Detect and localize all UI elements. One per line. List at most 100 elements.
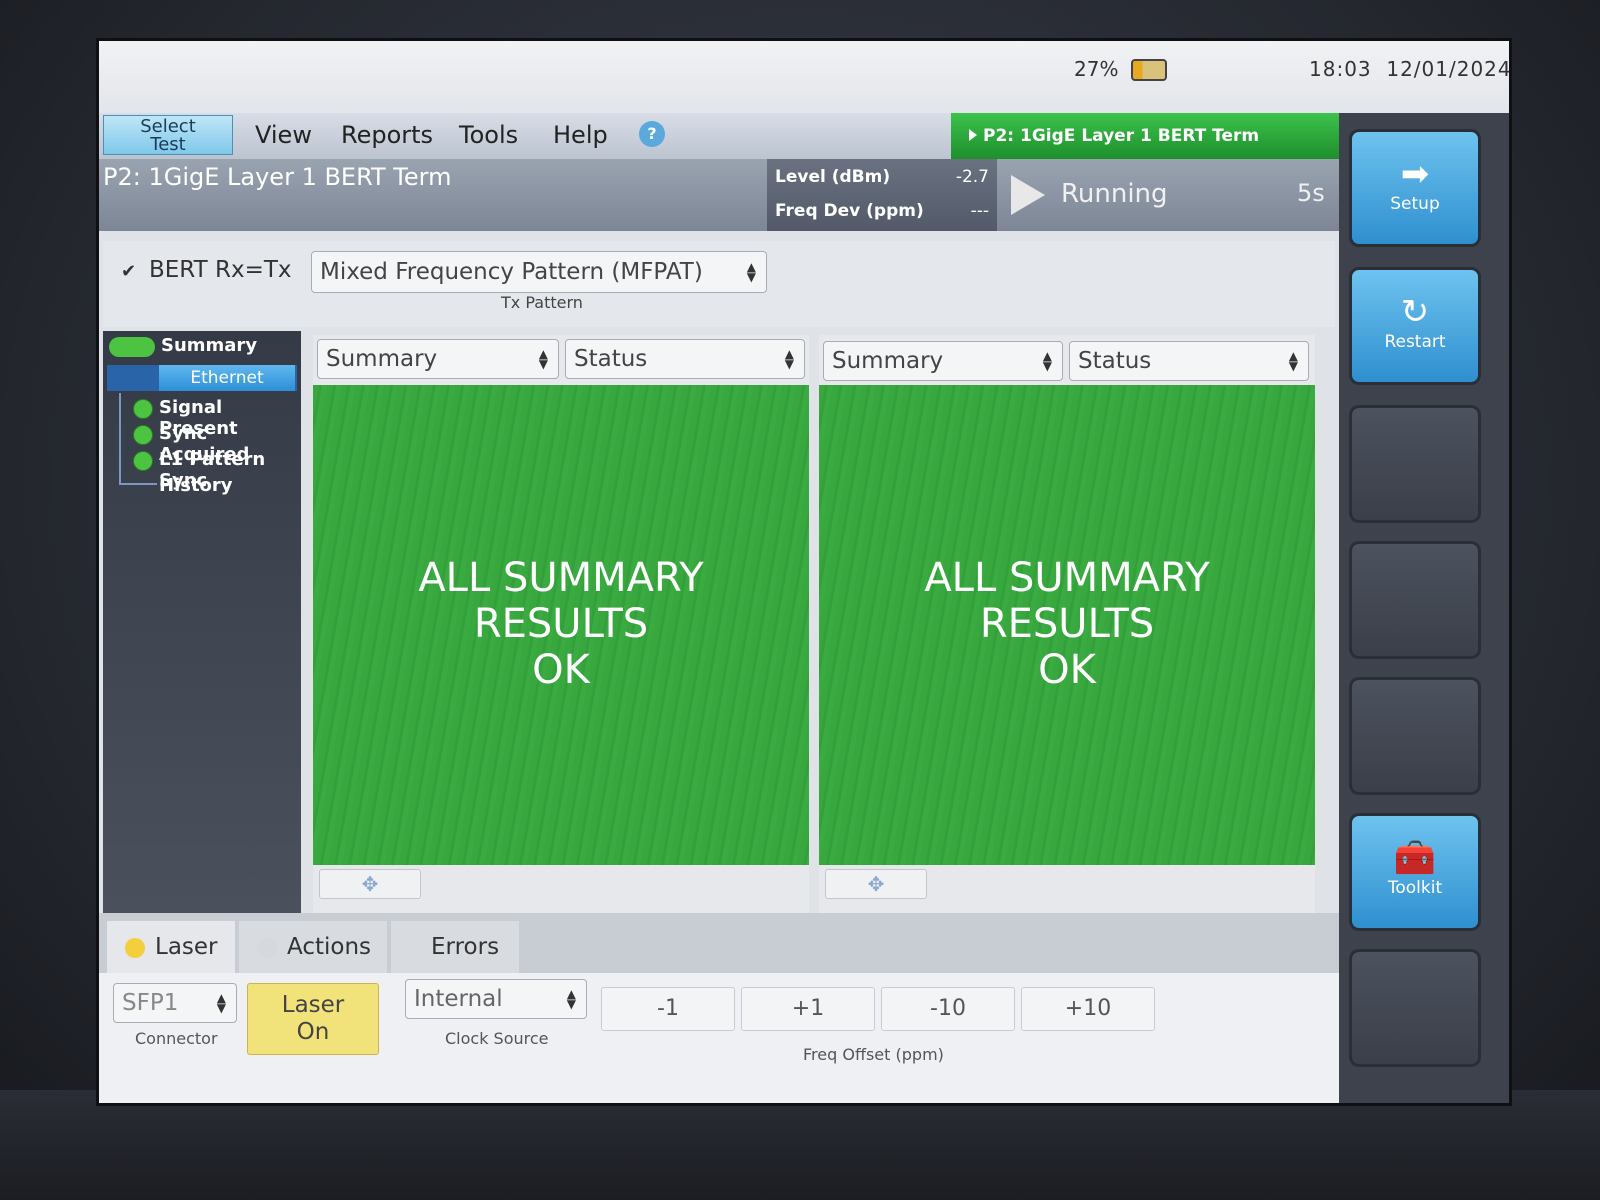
freq-dev-value: --- <box>970 201 989 221</box>
freq-minus-1-button[interactable]: -1 <box>601 987 735 1031</box>
tx-pattern-value: Mixed Frequency Pattern (MFPAT) <box>320 259 703 285</box>
device-bezel-bottom <box>0 1090 1600 1200</box>
tree-connector-line <box>119 393 121 485</box>
toolkit-button[interactable]: 🧰 Toolkit <box>1349 813 1481 931</box>
result-pane-right: Summary ▲ ▼ Status ▲ ▼ ALL SUMMARY RESULTS… <box>819 335 1315 913</box>
pane-left-view-value: Status <box>574 346 648 372</box>
level-value: -2.7 <box>955 167 989 187</box>
soft-key-blank-1[interactable] <box>1349 405 1481 523</box>
soft-key-blank-2[interactable] <box>1349 541 1481 659</box>
move-icon: ✥ <box>867 872 885 896</box>
pane-left-category-value: Summary <box>326 346 438 372</box>
pattern-sync-status-icon <box>133 451 153 471</box>
actions-indicator-icon <box>257 937 277 958</box>
select-arrows-icon: ▲ ▼ <box>1288 349 1298 373</box>
signal-present-status-icon <box>133 399 153 419</box>
pane-right-view-select[interactable]: Status ▲ ▼ <box>1069 341 1309 381</box>
select-arrows-icon: ▲ ▼ <box>566 987 576 1011</box>
test-header: P2: 1GigE Layer 1 BERT Term Level (dBm) … <box>99 159 1339 231</box>
menu-view[interactable]: View <box>255 121 312 149</box>
connector-select[interactable]: SFP1 ▲ ▼ <box>113 983 237 1023</box>
laser-button-line1: Laser <box>281 992 345 1018</box>
result-line-2: RESULTS <box>473 601 649 647</box>
tab-errors-label: Errors <box>431 934 500 960</box>
bert-label: BERT Rx=Tx <box>149 257 292 283</box>
tx-pattern-label: Tx Pattern <box>501 293 583 312</box>
tree-ethernet[interactable]: Ethernet <box>159 365 295 391</box>
tab-errors[interactable]: Errors <box>391 921 519 973</box>
tree-connector-line <box>119 483 157 485</box>
active-test-tab[interactable]: P2: 1GigE Layer 1 BERT Term <box>951 113 1339 159</box>
menu-bar: Select Test View Reports Tools Help ? P2… <box>99 113 1339 163</box>
summary-result-text: ALL SUMMARY RESULTS OK <box>819 555 1315 693</box>
level-label: Level (dBm) <box>775 167 891 187</box>
move-pane-button[interactable]: ✥ <box>825 869 927 899</box>
laser-controls: SFP1 ▲ ▼ Connector Laser On Internal ▲ ▼ C… <box>99 973 1339 1103</box>
summary-status-icon <box>109 337 155 357</box>
setup-label: Setup <box>1390 194 1440 214</box>
restart-button[interactable]: ↻ Restart <box>1349 267 1481 385</box>
clock: 18:03 12/01/2024 <box>1309 57 1512 81</box>
results-tree: Summary Ethernet Signal Present Sync Acq… <box>103 331 301 913</box>
freq-offset-label: Freq Offset (ppm) <box>803 1045 944 1064</box>
tab-laser[interactable]: Laser <box>107 921 235 973</box>
menu-tools[interactable]: Tools <box>459 121 518 149</box>
tab-laser-label: Laser <box>155 934 218 960</box>
clock-source-value: Internal <box>414 986 503 1012</box>
result-line-1: ALL SUMMARY <box>418 555 704 601</box>
soft-key-blank-4[interactable] <box>1349 949 1481 1067</box>
help-icon[interactable]: ? <box>639 121 665 147</box>
laser-button-line2: On <box>296 1019 330 1045</box>
tab-actions[interactable]: Actions <box>239 921 387 973</box>
summary-result-text: ALL SUMMARY RESULTS OK <box>313 555 809 693</box>
tree-summary[interactable]: Summary <box>161 335 257 356</box>
soft-key-blank-3[interactable] <box>1349 677 1481 795</box>
freq-plus-10-button[interactable]: +10 <box>1021 987 1155 1031</box>
freq-minus-10-button[interactable]: -10 <box>881 987 1015 1031</box>
summary-result-area: ALL SUMMARY RESULTS OK <box>313 385 809 865</box>
active-test-tab-label: P2: 1GigE Layer 1 BERT Term <box>983 126 1260 146</box>
menu-reports[interactable]: Reports <box>341 121 433 149</box>
pattern-row: ✔ BERT Rx=Tx Mixed Frequency Pattern (MF… <box>103 241 1335 327</box>
soft-key-panel: ➡ Setup ↻ Restart 🧰 Toolkit <box>1339 113 1509 1103</box>
menu-help[interactable]: Help <box>553 121 608 149</box>
setup-button[interactable]: ➡ Setup <box>1349 129 1481 247</box>
select-test-line2: Test <box>150 134 186 155</box>
status-bar: 27% 18:03 12/01/2024 <box>99 41 1509 113</box>
result-line-1: ALL SUMMARY <box>924 555 1210 601</box>
expand-triangle-icon <box>969 129 977 141</box>
freq-plus-1-button[interactable]: +1 <box>741 987 875 1031</box>
pane-right-category-select[interactable]: Summary ▲ ▼ <box>823 341 1063 381</box>
bert-checkbox[interactable]: ✔ <box>121 261 141 282</box>
clock-source-label: Clock Source <box>445 1029 549 1048</box>
toolbox-icon: 🧰 <box>1393 838 1437 878</box>
date: 12/01/2024 <box>1386 57 1512 81</box>
bottom-tab-bar: Laser Actions Errors <box>99 913 1339 973</box>
screen: 27% 18:03 12/01/2024 Select Test View Re… <box>96 38 1512 1106</box>
clock-source-select[interactable]: Internal ▲ ▼ <box>405 979 587 1019</box>
result-pane-left: Summary ▲ ▼ Status ▲ ▼ ALL SUMMARY RESULTS… <box>313 335 809 913</box>
pane-right-category-value: Summary <box>832 348 944 374</box>
signal-metrics: Level (dBm) -2.7 Freq Dev (ppm) --- <box>767 159 997 231</box>
connector-label: Connector <box>135 1029 218 1048</box>
select-arrows-icon: ▲ ▼ <box>784 347 794 371</box>
toolkit-label: Toolkit <box>1387 878 1443 898</box>
pane-left-category-select[interactable]: Summary ▲ ▼ <box>317 339 559 379</box>
pane-left-view-select[interactable]: Status ▲ ▼ <box>565 339 805 379</box>
sync-acquired-status-icon <box>133 425 153 445</box>
result-line-3: OK <box>532 647 590 693</box>
move-pane-button[interactable]: ✥ <box>319 869 421 899</box>
test-title: P2: 1GigE Layer 1 BERT Term <box>103 163 452 191</box>
select-test-button[interactable]: Select Test <box>103 115 233 155</box>
arrow-right-icon: ➡ <box>1400 154 1430 194</box>
tab-actions-label: Actions <box>287 934 372 960</box>
select-arrows-icon: ▲ ▼ <box>538 347 548 371</box>
laser-on-button[interactable]: Laser On <box>247 983 379 1055</box>
pane-right-view-value: Status <box>1078 348 1152 374</box>
pane-header: Summary ▲ ▼ Status ▲ ▼ <box>819 335 1315 383</box>
select-arrows-icon: ▲ ▼ <box>216 991 226 1015</box>
time: 18:03 <box>1309 57 1372 81</box>
laser-indicator-icon <box>125 937 145 958</box>
tree-history[interactable]: History <box>159 475 233 496</box>
tx-pattern-select[interactable]: Mixed Frequency Pattern (MFPAT) ▲ ▼ <box>311 251 767 293</box>
